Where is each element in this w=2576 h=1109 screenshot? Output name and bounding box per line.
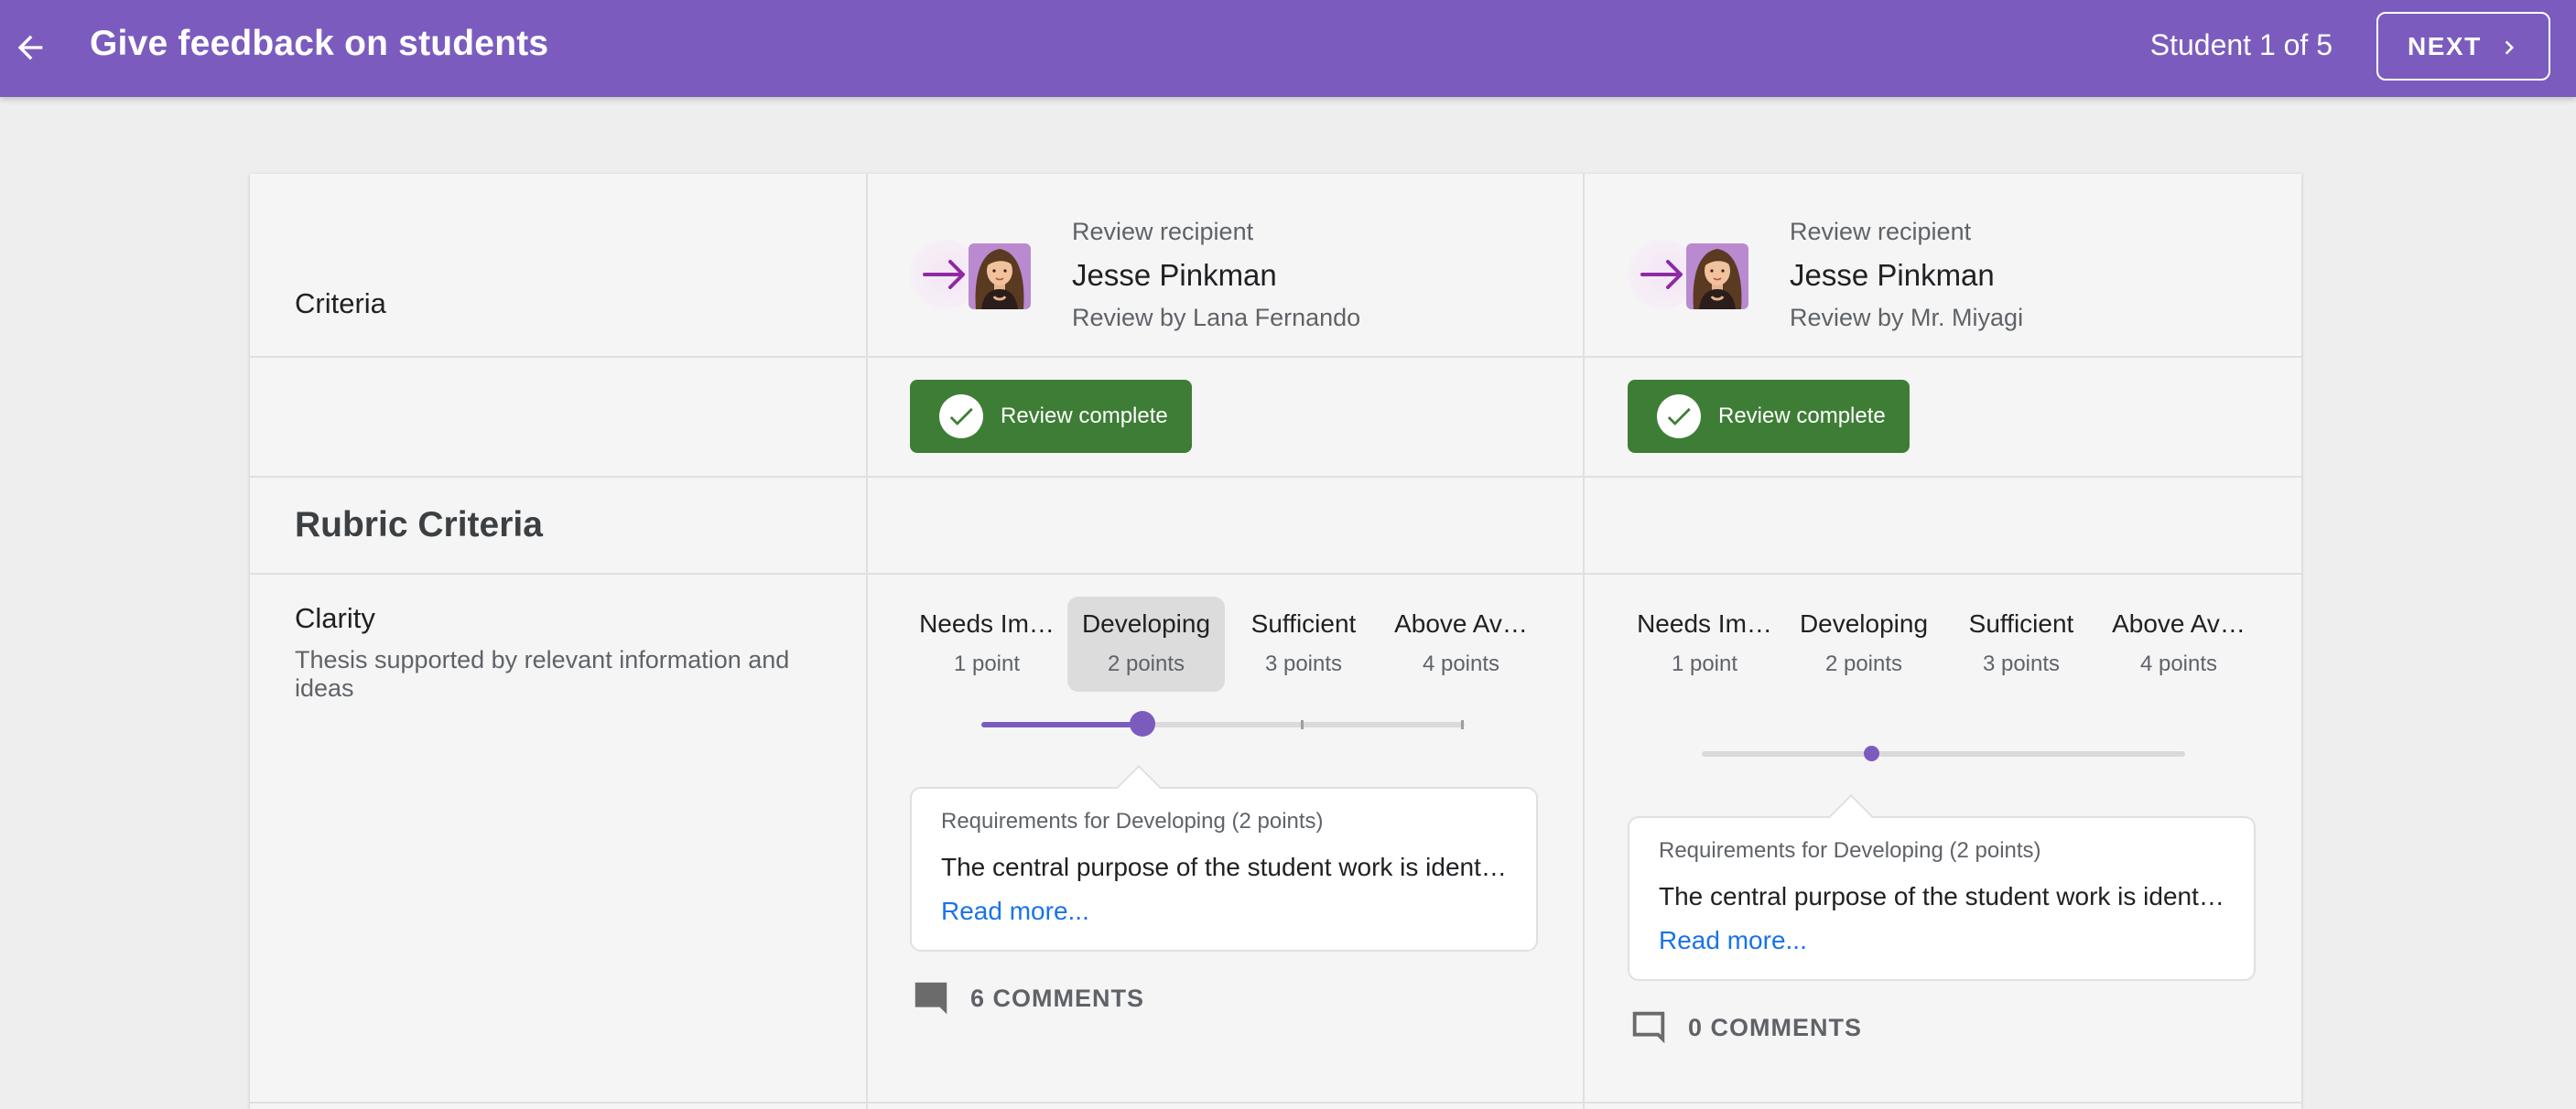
student-avatar-icon [1686,243,1748,309]
chevron-right-icon [2505,40,2514,55]
arrow-back-icon [17,35,43,60]
rubric-level-above-average[interactable]: Above Av… 4 points [1382,597,1540,692]
check-icon [949,407,973,425]
criterion-name: Clarity [295,602,375,634]
student-counter: Student 1 of 5 [2149,28,2332,61]
rubric-level-developing-selected[interactable]: Developing 2 points [1067,597,1225,692]
comment-outline-icon [1632,1011,1665,1044]
back-button[interactable] [5,23,55,72]
review-status-text: Review complete [1001,404,1168,428]
criteria-header: Criteria [295,287,386,319]
rubric-section-title: Rubric Criteria [295,505,543,544]
reviewer-avatar [1628,240,1756,309]
recipient-name: Jesse Pinkman [1072,258,1277,292]
row-divider [250,573,2301,575]
review-status-badge: Review complete [1628,380,1910,453]
comments-count: 0 COMMENTS [1688,1013,1863,1041]
rubric-level-sufficient[interactable]: Sufficient 3 points [1225,597,1382,692]
reviewer-name: Review by Mr. Miyagi [1790,304,2024,331]
rubric-slider[interactable] [1702,746,2185,761]
arrow-right-icon [1640,260,1683,289]
next-button-label: NEXT [2408,31,2482,60]
comments-button[interactable]: 0 COMMENTS [1628,1005,1862,1050]
rubric-level-needs-improvement[interactable]: Needs Im… 1 point [1626,597,1783,692]
review-table: Criteria Rubric Criteria Clarity Thesis … [250,174,2301,1109]
row-divider [250,356,2301,358]
rubric-slider[interactable] [981,711,1465,737]
read-more-link[interactable]: Read more... [941,897,1089,926]
level-requirements-popover: Requirements for Developing (2 points) T… [910,764,1538,952]
check-icon [1667,407,1691,425]
review-status-text: Review complete [1718,404,1886,428]
reviewer-avatar [910,240,1038,309]
student-avatar-icon [969,243,1031,309]
rubric-level-above-average[interactable]: Above Av… 4 points [2100,597,2257,692]
requirements-title: Requirements for Developing (2 points) [1659,838,2041,863]
app-bar: Give feedback on students Student 1 of 5… [0,0,2576,97]
requirements-title: Requirements for Developing (2 points) [941,809,1324,834]
requirements-text: The central purpose of the student work … [1659,882,2230,910]
reviewer-name: Review by Lana Fernando [1072,304,1361,331]
read-more-link[interactable]: Read more... [1659,926,1807,955]
row-divider [250,1102,2301,1104]
criterion-description: Thesis supported by relevant information… [295,646,790,702]
row-divider [250,476,2301,478]
requirements-text: The central purpose of the student work … [941,853,1512,881]
recipient-name: Jesse Pinkman [1790,258,1995,292]
next-button[interactable]: NEXT [2376,12,2550,81]
page-title: Give feedback on students [90,24,549,63]
comments-count: 6 COMMENTS [970,984,1145,1012]
comment-filled-icon [915,982,947,1015]
rubric-level-sufficient[interactable]: Sufficient 3 points [1943,597,2100,692]
level-requirements-popover: Requirements for Developing (2 points) T… [1628,793,2256,981]
arrow-right-icon [923,260,965,289]
rubric-level-developing[interactable]: Developing 2 points [1785,597,1943,692]
column-divider [1583,174,1585,1109]
recipient-label: Review recipient [1790,218,1972,245]
comments-button[interactable]: 6 COMMENTS [910,975,1144,1021]
slider-knob[interactable] [1130,711,1155,737]
review-status-badge: Review complete [910,380,1192,453]
column-divider [866,174,868,1109]
slider-knob[interactable] [1864,746,1879,761]
recipient-label: Review recipient [1072,218,1254,245]
rubric-level-needs-improvement[interactable]: Needs Im… 1 point [908,597,1066,692]
